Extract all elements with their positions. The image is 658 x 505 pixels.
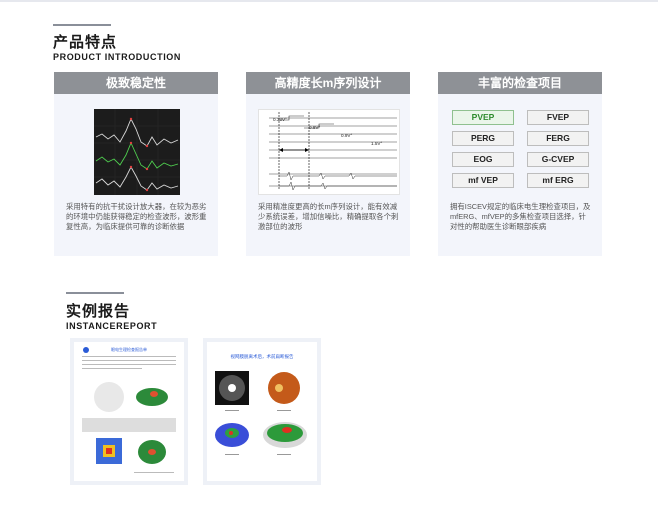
feature-card-stability: 极致稳定性 采用特有的抗干扰设计放大器，在较为恶劣的环境中仍能获得稳定的检查波形… xyxy=(54,72,218,256)
card-description: 采用特有的抗干扰设计放大器，在较为恶劣的环境中仍能获得稳定的检查波形，波形重复性… xyxy=(66,202,207,231)
test-eog: EOG xyxy=(452,152,514,167)
card-title: 丰富的检查项目 xyxy=(438,72,602,94)
card-title: 高精度长m序列设计 xyxy=(246,72,410,94)
test-ferg: FERG xyxy=(527,131,589,146)
m-sequence-chart: 0.33V° 0.8V° 0.9V° 1.5V° xyxy=(258,109,400,195)
section-title-features: 产品特点 xyxy=(53,34,118,51)
section-subtitle-features: PRODUCT INTRODUCTION xyxy=(53,52,181,62)
test-mf-erg: mf ERG xyxy=(527,173,589,188)
seq-label-2: 0.8V° xyxy=(309,125,320,130)
report-thumbnail-2[interactable]: 视网膜脱离术后，术前扁断报告 xyxy=(203,338,321,485)
test-perg: PERG xyxy=(452,131,514,146)
test-mf-vep: mf VEP xyxy=(452,173,514,188)
seq-label-1: 0.33V° xyxy=(273,117,287,122)
feature-card-tests: 丰富的检查项目 PVEP FVEP PERG FERG EOG G-CVEP m… xyxy=(438,72,602,256)
feature-card-m-sequence: 高精度长m序列设计 0.33V° 0.8V° 0.9V° 1.5V° 采用精准度… xyxy=(246,72,410,256)
seq-label-3: 0.9V° xyxy=(341,133,352,138)
section-title-reports: 实例报告 xyxy=(66,303,131,320)
test-pvep: PVEP xyxy=(452,110,514,125)
report-thumbnail-1[interactable]: 眼电生理检查报告单 xyxy=(70,338,188,485)
report-header: 眼电生理检查报告单 xyxy=(111,346,147,352)
card-title: 极致稳定性 xyxy=(54,72,218,94)
card-description: 拥有ISCEV规定的临床电生理检查项目，及mfERG、mfVEP的多焦检查项目选… xyxy=(450,202,591,231)
section-subtitle-reports: INSTANCEREPORT xyxy=(66,321,158,331)
waveform-image xyxy=(94,109,180,195)
section-rule xyxy=(53,24,111,26)
section-rule xyxy=(66,292,124,294)
card-description: 采用精准度更高的长m序列设计，能有效减少系统误差，增加信噪比，精确提取各个刺激部… xyxy=(258,202,399,231)
top-divider xyxy=(0,0,658,2)
seq-label-4: 1.5V° xyxy=(371,141,382,146)
test-fvep: FVEP xyxy=(527,110,589,125)
test-g-cvep: G-CVEP xyxy=(527,152,589,167)
report-header: 视网膜脱离术后，术前扁断报告 xyxy=(231,353,294,360)
